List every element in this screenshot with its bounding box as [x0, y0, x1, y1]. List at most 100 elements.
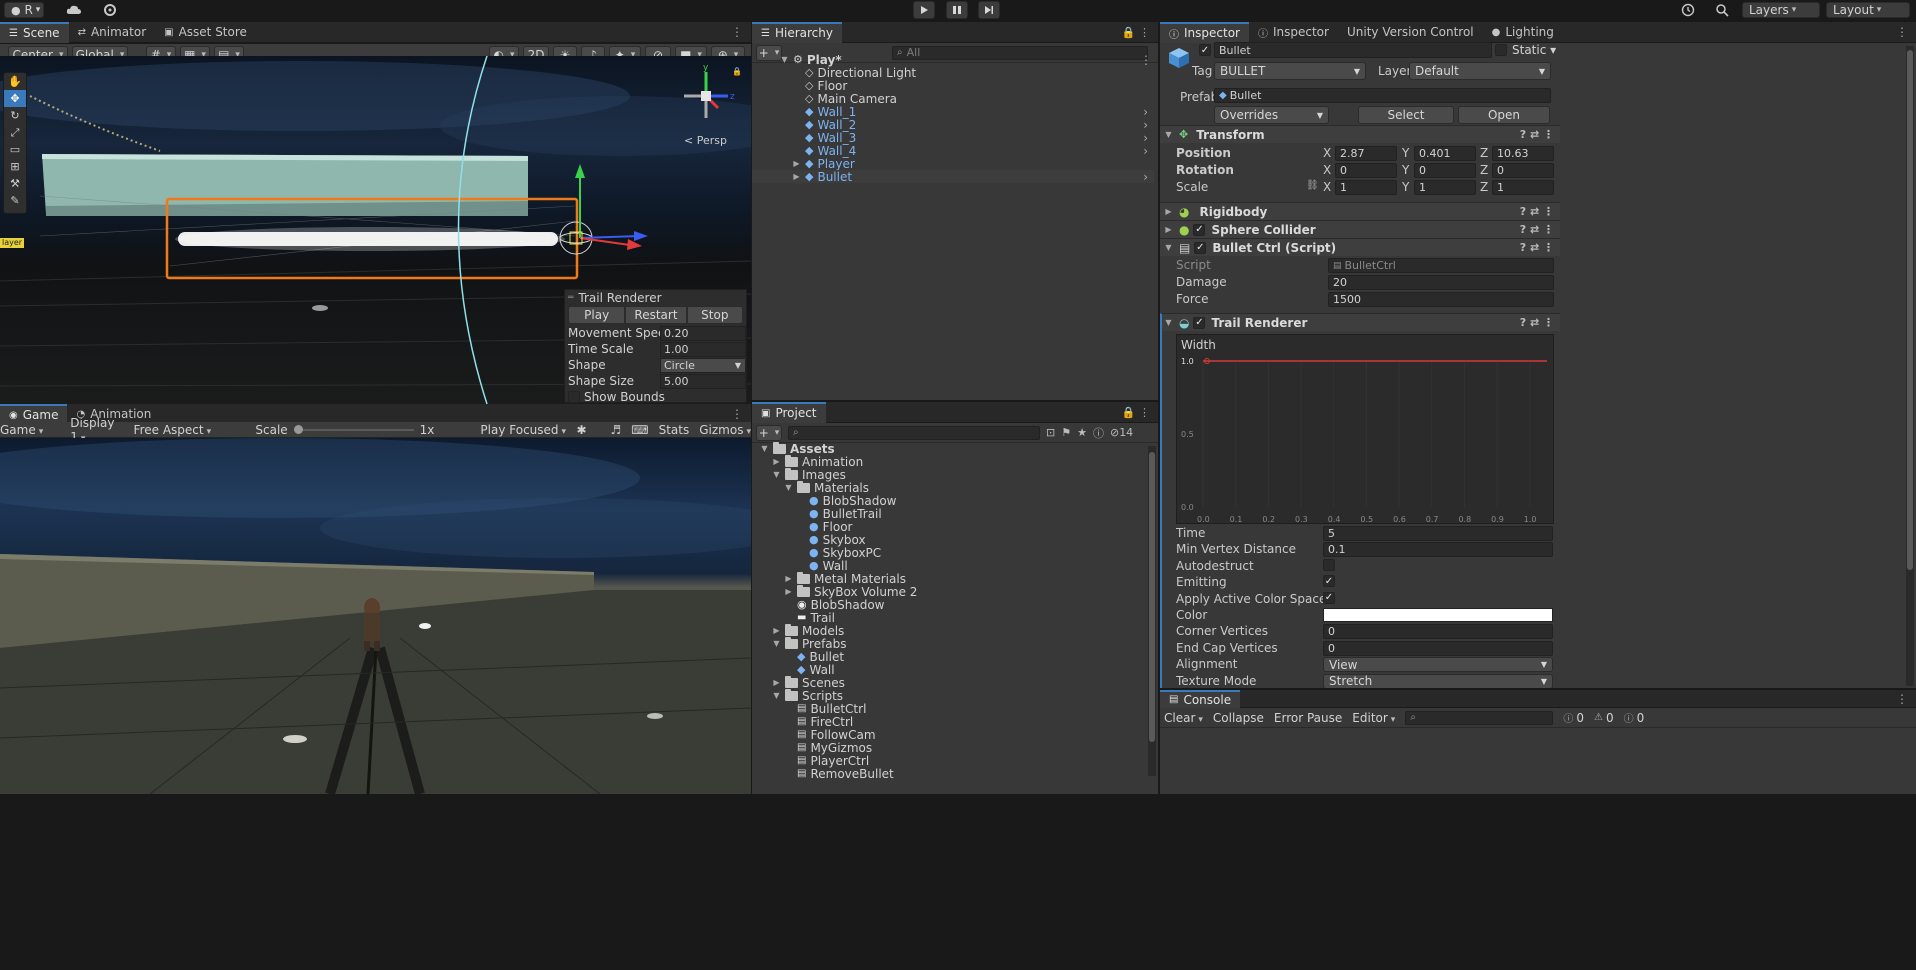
hierarchy-search-input[interactable]: ⌕ All: [892, 45, 1148, 60]
history-icon[interactable]: [1678, 2, 1698, 18]
trail-renderer-enabled-checkbox[interactable]: ✓: [1193, 316, 1206, 329]
tag-dropdown[interactable]: BULLET ▼: [1214, 62, 1366, 80]
rect-tool-icon[interactable]: ▭: [4, 141, 26, 158]
project-item[interactable]: ● Wall: [796, 559, 848, 573]
constrain-proportions-icon[interactable]: ⛓: [1306, 180, 1319, 191]
cloud-icon[interactable]: [64, 2, 84, 18]
rotate-tool-icon[interactable]: ↻: [4, 107, 26, 124]
rigidbody-header[interactable]: ▶ ◕ Rigidbody ? ⇄ ⋮: [1160, 202, 1560, 220]
hierarchy-item[interactable]: ◇ Floor: [752, 79, 1154, 93]
project-item[interactable]: ● Skybox: [796, 533, 866, 547]
expand-arrow-icon[interactable]: ▼: [772, 470, 781, 479]
expand-arrow-icon[interactable]: ▶: [1164, 225, 1173, 234]
rotation-y-field[interactable]: 0: [1414, 163, 1476, 178]
project-item[interactable]: ◆ Wall: [784, 663, 835, 677]
min-vertex-distance-field[interactable]: 0.1: [1323, 542, 1553, 558]
play-button[interactable]: [913, 1, 935, 19]
project-item[interactable]: ● SkyboxPC: [796, 546, 881, 560]
hierarchy-item[interactable]: ◆ Wall_2 ›: [752, 118, 1154, 132]
time-scale-field[interactable]: 1.00: [660, 341, 746, 357]
sphere-collider-enabled-checkbox[interactable]: ✓: [1193, 223, 1206, 236]
expand-arrow-icon[interactable]: ▶: [784, 574, 793, 583]
expand-arrow-icon[interactable]: ▶: [772, 626, 781, 635]
project-item[interactable]: ● Floor: [796, 520, 852, 534]
error-pause-button[interactable]: Error Pause: [1274, 711, 1342, 725]
project-item[interactable]: ● BlobShadow: [796, 494, 896, 508]
position-z-field[interactable]: 10.63: [1492, 146, 1554, 161]
inspector-scrollbar[interactable]: [1906, 46, 1914, 686]
emitting-checkbox[interactable]: ✓: [1323, 575, 1335, 588]
open-prefab-icon[interactable]: ›: [1143, 118, 1148, 132]
hierarchy-item[interactable]: ◆ Wall_1 ›: [752, 105, 1154, 119]
project-scrollbar[interactable]: [1148, 446, 1156, 776]
shape-size-field[interactable]: 5.00: [660, 373, 746, 389]
error-count-toggle[interactable]: ⓘ 0: [1624, 710, 1645, 726]
overlay-restart-button[interactable]: Restart: [625, 305, 687, 324]
project-item[interactable]: ▤ PlayerCtrl: [784, 754, 869, 768]
panel-menu-icon[interactable]: ⋮: [1896, 692, 1916, 706]
bullet-ctrl-header[interactable]: ▼ ▤ ✓ Bullet Ctrl (Script) ? ⇄ ⋮: [1160, 238, 1560, 256]
pause-button[interactable]: [946, 1, 968, 19]
play-focused-dropdown[interactable]: Play Focused: [480, 423, 566, 437]
component-menu-icons[interactable]: ? ⇄ ⋮: [1520, 128, 1554, 141]
step-button[interactable]: [978, 1, 1000, 19]
open-prefab-icon[interactable]: ›: [1143, 105, 1148, 119]
lock-icon[interactable]: 🔒 ⋮: [1122, 26, 1158, 39]
expand-arrow-icon[interactable]: ▼: [772, 691, 781, 700]
project-item[interactable]: ▤ BulletCtrl: [784, 702, 866, 716]
keyboard-icon[interactable]: ⌨: [631, 423, 648, 437]
mute-icon[interactable]: ♬: [611, 423, 622, 437]
color-swatch[interactable]: [1323, 608, 1553, 622]
move-tool-icon[interactable]: ✥: [4, 90, 26, 107]
expand-arrow-icon[interactable]: ▼: [760, 444, 769, 453]
scale-y-field[interactable]: 1: [1414, 180, 1476, 195]
hierarchy-item[interactable]: ▶ ◆ Player: [752, 157, 1154, 171]
expand-arrow-icon[interactable]: ▶: [772, 457, 781, 466]
gizmos-dropdown[interactable]: Gizmos: [699, 423, 751, 437]
project-item[interactable]: ▶ SkyBox Volume 2: [784, 584, 917, 599]
project-item[interactable]: ▼ Images: [772, 467, 846, 482]
settings-icon[interactable]: [100, 2, 120, 18]
alignment-dropdown[interactable]: View ▼: [1323, 657, 1553, 673]
tab-project[interactable]: ▣ Project: [752, 401, 826, 423]
project-item[interactable]: ● BulletTrail: [796, 507, 882, 521]
search-by-label-icon[interactable]: ⚑: [1061, 426, 1071, 439]
create-button[interactable]: +: [756, 44, 782, 61]
project-item[interactable]: ◉ BlobShadow: [784, 598, 884, 612]
scale-x-field[interactable]: 1: [1335, 180, 1397, 195]
custom-tool-icon[interactable]: ⚒: [4, 175, 26, 192]
transform-tool-icon[interactable]: ⊞: [4, 158, 26, 175]
expand-arrow-icon[interactable]: ▶: [792, 172, 801, 181]
tab-animator[interactable]: ⇄ Animator: [69, 22, 156, 43]
panel-menu-icon[interactable]: ⋮: [1896, 25, 1916, 39]
prefab-field[interactable]: ◆ Bullet: [1214, 88, 1551, 103]
hierarchy-item[interactable]: ◆ Wall_3 ›: [752, 131, 1154, 145]
component-menu-icons[interactable]: ? ⇄ ⋮: [1520, 223, 1554, 236]
transform-header[interactable]: ▼ ✥ Transform ? ⇄ ⋮: [1160, 125, 1560, 143]
overlay-play-button[interactable]: Play: [568, 305, 626, 324]
debug-icon[interactable]: ✱: [576, 423, 586, 437]
tab-console[interactable]: ▤ Console: [1160, 689, 1241, 708]
autodestruct-checkbox[interactable]: [1323, 558, 1335, 571]
rotation-z-field[interactable]: 0: [1492, 163, 1554, 178]
editor-dropdown[interactable]: Editor: [1352, 711, 1395, 725]
sphere-collider-header[interactable]: ▶ ● ✓ Sphere Collider ? ⇄ ⋮: [1160, 220, 1560, 238]
tab-inspector-2[interactable]: ⓘ Inspector: [1249, 22, 1338, 43]
hand-tool-icon[interactable]: ✋: [4, 73, 26, 90]
expand-arrow-icon[interactable]: ▼: [1164, 243, 1173, 252]
expand-arrow-icon[interactable]: ▼: [1164, 130, 1173, 139]
static-checkbox[interactable]: [1495, 44, 1507, 56]
layers-dropdown[interactable]: Layers: [1742, 2, 1820, 18]
bullet-ctrl-enabled-checkbox[interactable]: ✓: [1194, 241, 1207, 254]
hidden-packages-icon[interactable]: ⓘ: [1093, 425, 1104, 441]
component-menu-icons[interactable]: ? ⇄ ⋮: [1520, 316, 1554, 329]
tab-inspector[interactable]: ⓘ Inspector: [1160, 22, 1249, 43]
end-cap-vertices-field[interactable]: 0: [1323, 640, 1553, 656]
damage-field[interactable]: 20: [1328, 275, 1554, 290]
scale-tool-icon[interactable]: ⤢: [4, 124, 26, 141]
corner-vertices-field[interactable]: 0: [1323, 624, 1553, 640]
editor-tool-icon[interactable]: ✎: [4, 192, 26, 209]
project-item[interactable]: ▼ Scripts: [772, 688, 843, 703]
project-item[interactable]: ▤ FollowCam: [784, 728, 876, 742]
hierarchy-item[interactable]: ◇ Directional Light: [752, 66, 1154, 80]
